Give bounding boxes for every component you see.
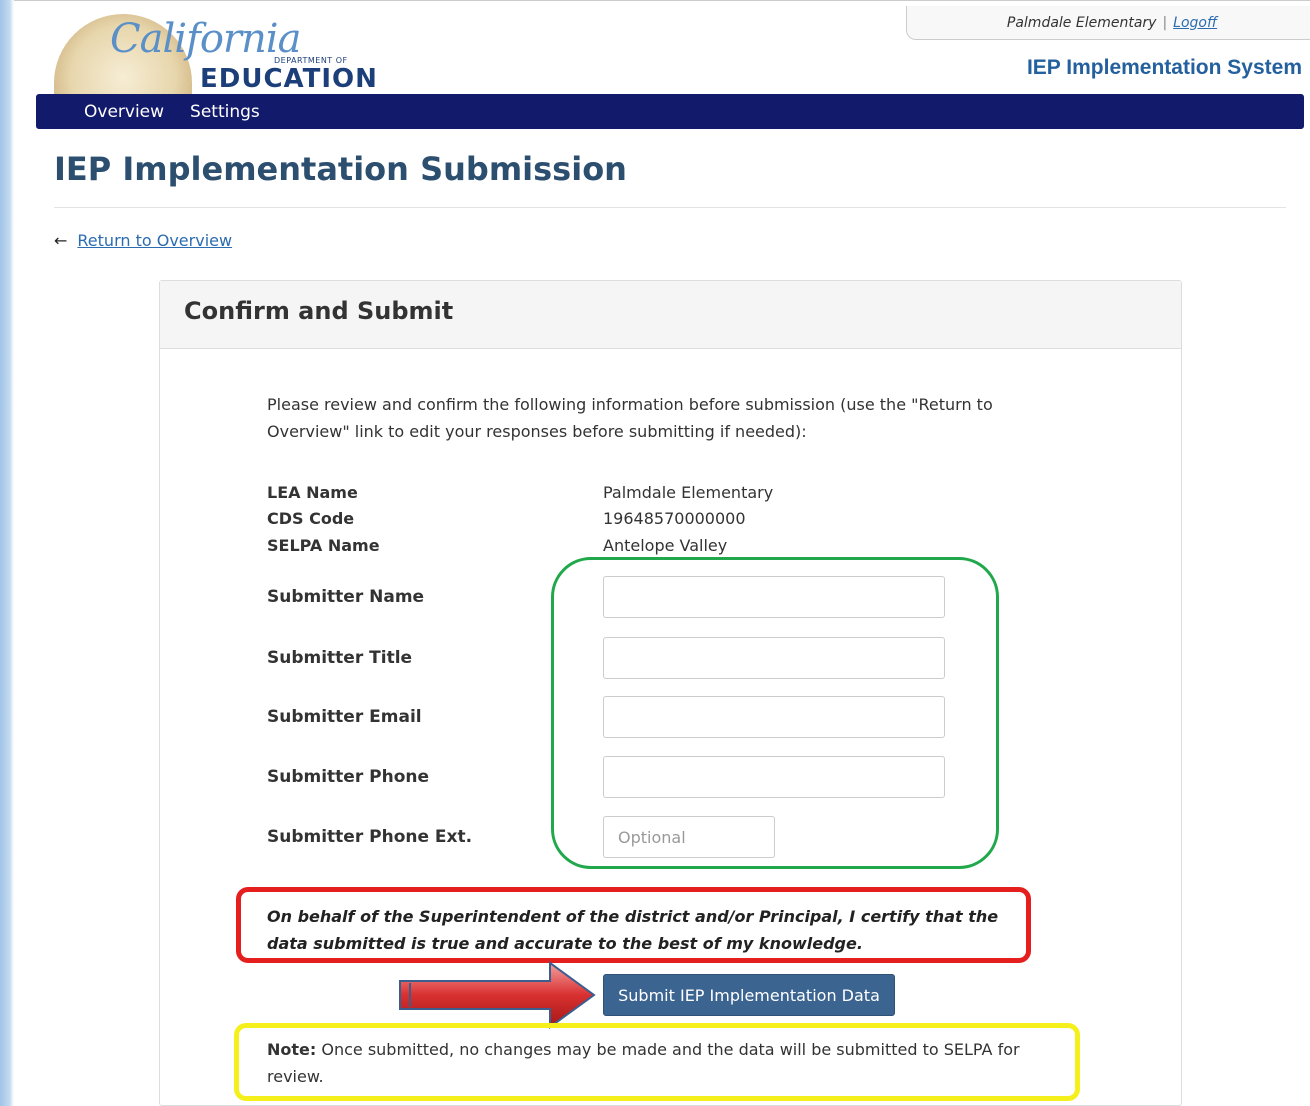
system-title: IEP Implementation System bbox=[1026, 56, 1302, 79]
submitter-phone-label: Submitter Phone bbox=[267, 767, 430, 787]
note-body: Once submitted, no changes may be made a… bbox=[267, 1040, 1020, 1086]
info-value: 19648570000000 bbox=[603, 509, 746, 528]
certification-text: On behalf of the Superintendent of the d… bbox=[267, 907, 999, 953]
page-title: IEP Implementation Submission bbox=[54, 150, 627, 188]
logoff-link[interactable]: Logoff bbox=[1173, 15, 1217, 31]
contact-fields-highlight bbox=[551, 557, 999, 869]
note-label: Note: bbox=[267, 1040, 317, 1059]
submit-iep-button[interactable]: Submit IEP Implementation Data bbox=[603, 974, 895, 1016]
info-value: Antelope Valley bbox=[603, 536, 728, 555]
panel-title: Confirm and Submit bbox=[160, 281, 1181, 349]
arrow-right-icon bbox=[399, 961, 596, 1029]
submitter-title-label: Submitter Title bbox=[267, 648, 413, 668]
return-to-overview-link[interactable]: Return to Overview bbox=[77, 231, 232, 250]
submitter-name-label: Submitter Name bbox=[267, 587, 425, 607]
confirm-panel: Confirm and Submit Please review and con… bbox=[159, 280, 1182, 1106]
info-label: SELPA Name bbox=[267, 536, 380, 555]
user-separator: | bbox=[1162, 14, 1168, 31]
main-navbar: Overview Settings bbox=[36, 94, 1304, 129]
nav-item-overview[interactable]: Overview bbox=[84, 102, 164, 122]
info-value: Palmdale Elementary bbox=[603, 483, 774, 502]
submitter-phone-ext-label: Submitter Phone Ext. bbox=[267, 827, 473, 847]
info-label: LEA Name bbox=[267, 483, 358, 502]
user-name: Palmdale Elementary bbox=[1006, 14, 1157, 31]
intro-text: Please review and confirm the following … bbox=[267, 395, 993, 441]
title-divider bbox=[54, 207, 1286, 208]
return-link-row: ← Return to Overview bbox=[54, 231, 232, 250]
nav-item-settings[interactable]: Settings bbox=[190, 102, 260, 122]
logo-education-text: EDUCATION bbox=[200, 64, 378, 94]
cde-logo: California DEPARTMENT OF EDUCATION bbox=[54, 12, 414, 94]
arrow-left-icon: ← bbox=[54, 231, 68, 250]
user-box: Palmdale Elementary | Logoff bbox=[906, 6, 1310, 40]
logo-california-text: California bbox=[110, 16, 301, 62]
page: Palmdale Elementary | Logoff California … bbox=[14, 0, 1310, 1106]
note-text: Note: Once submitted, no changes may be … bbox=[267, 1036, 1047, 1090]
info-label: CDS Code bbox=[267, 509, 355, 528]
submitter-email-label: Submitter Email bbox=[267, 707, 422, 727]
